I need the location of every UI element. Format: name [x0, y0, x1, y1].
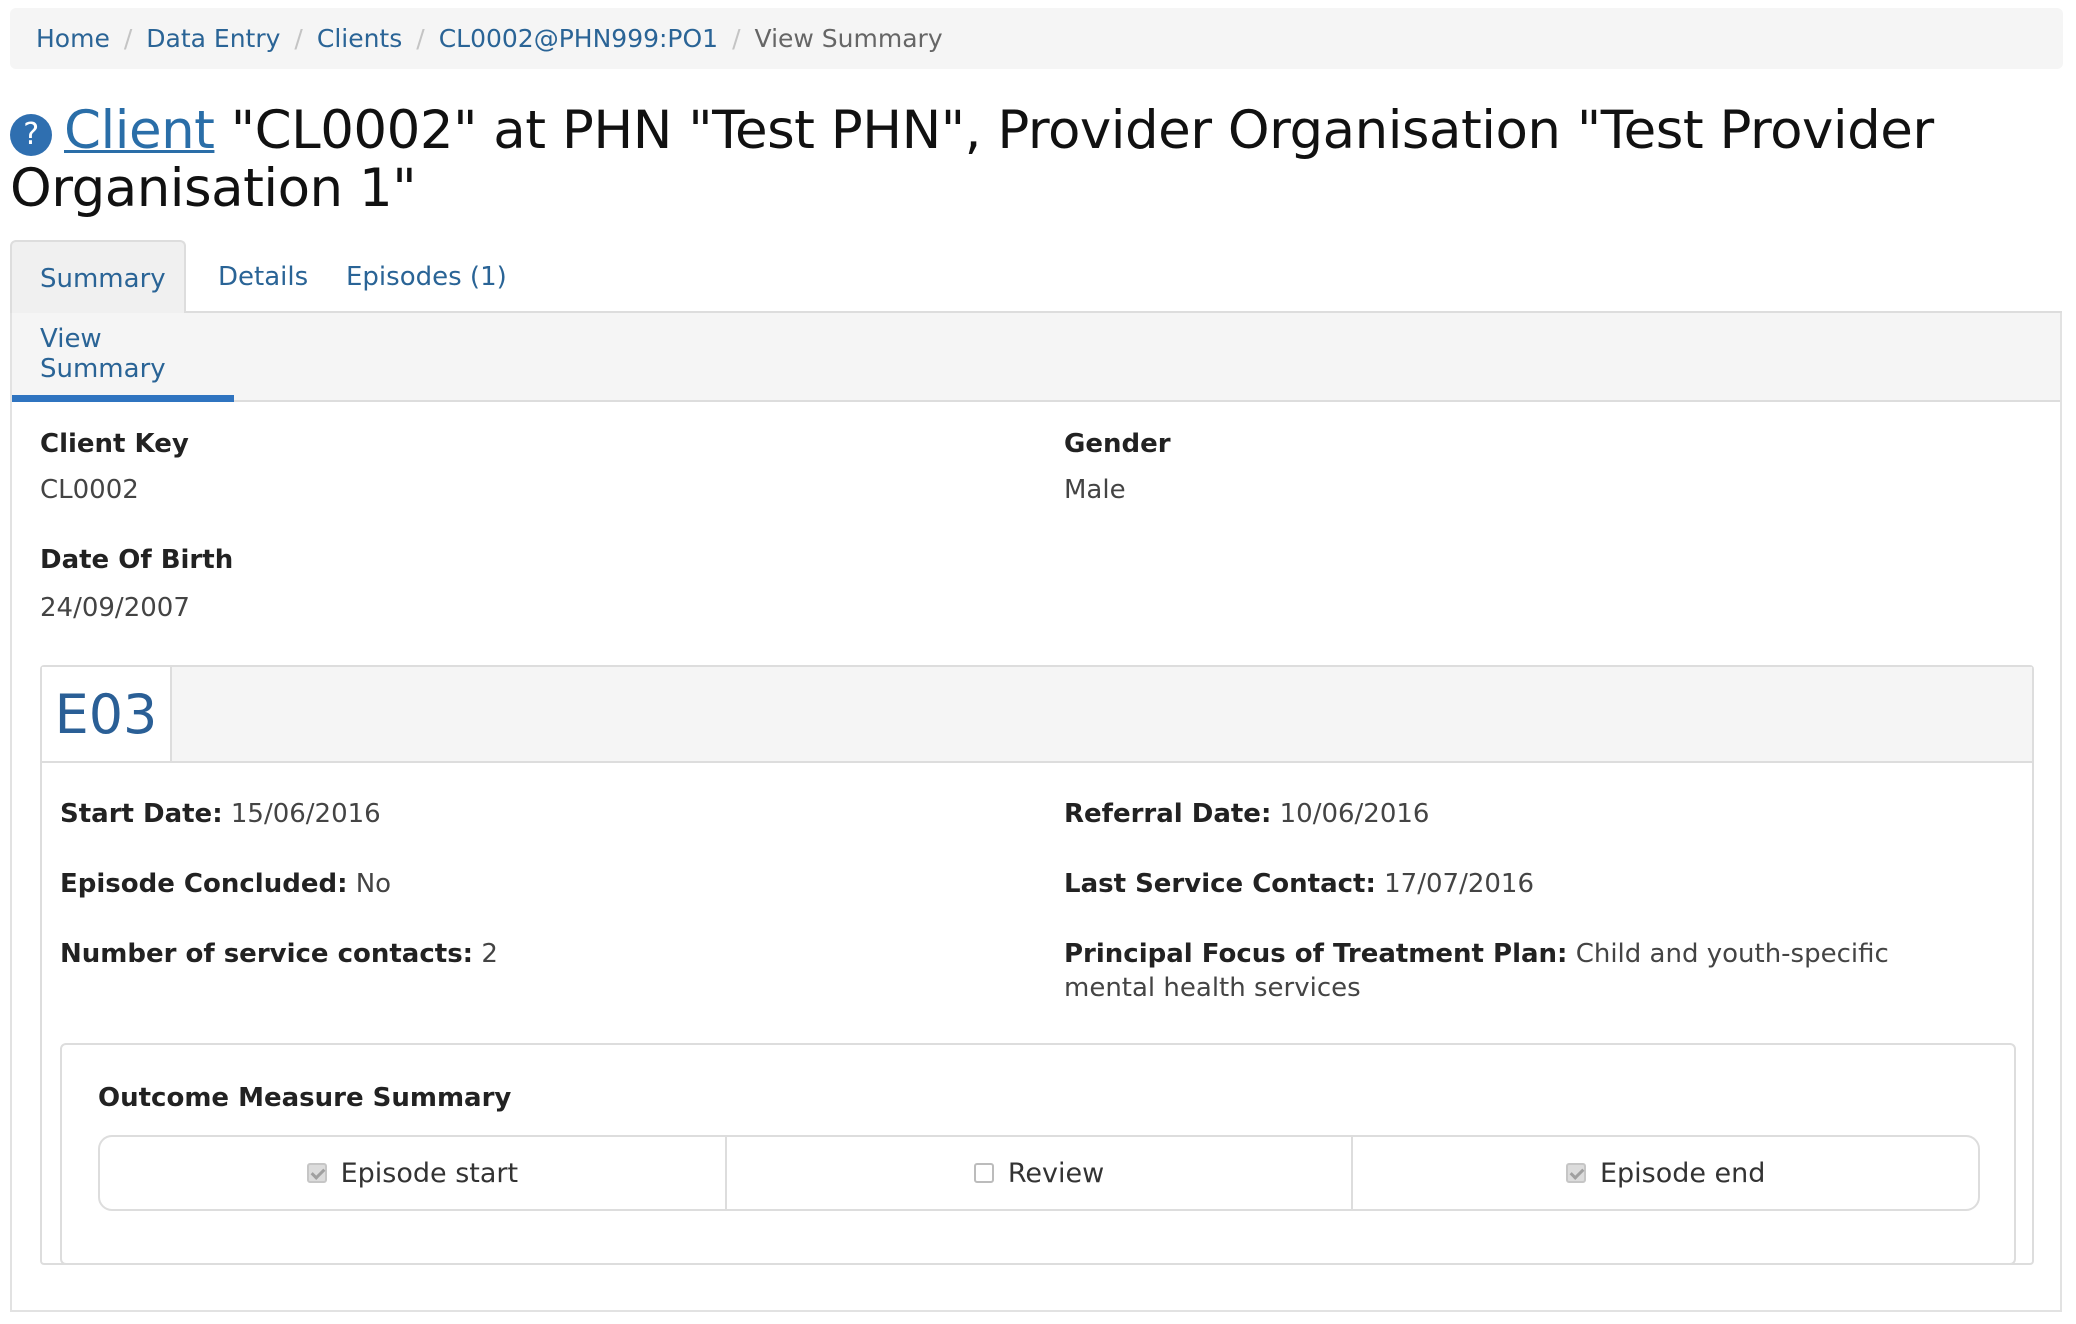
- treatment-focus-label: Principal Focus of Treatment Plan:: [1064, 939, 1568, 969]
- outcome-checklist: Episode start Review Episode end: [98, 1135, 1980, 1211]
- service-contacts-row: Number of service contacts: 2: [60, 937, 498, 971]
- page: Home / Data Entry / Clients / CL0002@PHN…: [0, 0, 2076, 1324]
- referral-date-row: Referral Date: 10/06/2016: [1064, 797, 1429, 831]
- service-contacts-value: 2: [481, 939, 498, 969]
- subtab-view-summary[interactable]: View Summary: [12, 313, 234, 402]
- breadcrumb-client-id[interactable]: CL0002@PHN999:PO1: [439, 24, 718, 53]
- dob-value: 24/09/2007: [40, 593, 190, 623]
- last-contact-label: Last Service Contact:: [1064, 869, 1376, 899]
- tab-summary[interactable]: Summary: [10, 240, 186, 315]
- referral-date-label: Referral Date:: [1064, 799, 1272, 829]
- start-date-row: Start Date: 15/06/2016: [60, 797, 381, 831]
- gender-value: Male: [1064, 475, 1126, 505]
- help-icon[interactable]: ?: [10, 114, 52, 156]
- breadcrumb-data-entry[interactable]: Data Entry: [146, 24, 280, 53]
- tab-details[interactable]: Details: [190, 240, 336, 313]
- client-link[interactable]: Client: [64, 100, 215, 161]
- page-title: ? Client "CL0002" at PHN "Test PHN", Prov…: [10, 102, 2060, 218]
- last-contact-value: 17/07/2016: [1384, 869, 1534, 899]
- breadcrumb-current: View Summary: [754, 24, 943, 53]
- breadcrumb-home[interactable]: Home: [36, 24, 110, 53]
- episode-header: E03: [42, 667, 2032, 763]
- outcome-title: Outcome Measure Summary: [98, 1083, 512, 1113]
- outcome-episode-start-label: Episode start: [340, 1157, 519, 1189]
- breadcrumb-clients[interactable]: Clients: [317, 24, 402, 53]
- referral-date-value: 10/06/2016: [1279, 799, 1430, 829]
- gender-label: Gender: [1064, 429, 1171, 459]
- checkbox-checked-icon: [306, 1163, 327, 1183]
- episode-id-tab[interactable]: E03: [42, 667, 172, 761]
- page-title-text: "CL0002" at PHN "Test PHN", Provider Org…: [10, 100, 1934, 219]
- treatment-focus-row: Principal Focus of Treatment Plan: Child…: [1064, 937, 1964, 1005]
- breadcrumb-separator: /: [732, 24, 741, 53]
- outcome-episode-end: Episode end: [1353, 1137, 1978, 1209]
- client-key-value: CL0002: [40, 475, 139, 505]
- episode-concluded-label: Episode Concluded:: [60, 869, 348, 899]
- episode-card: E03 Start Date: 15/06/2016 Referral Date…: [40, 665, 2034, 1265]
- tab-episodes[interactable]: Episodes (1): [318, 240, 535, 313]
- breadcrumb-separator: /: [123, 24, 133, 53]
- outcome-measure-summary: Outcome Measure Summary Episode start Re…: [60, 1043, 2016, 1265]
- dob-label: Date Of Birth: [40, 545, 234, 575]
- last-contact-row: Last Service Contact: 17/07/2016: [1064, 867, 1534, 901]
- breadcrumb: Home / Data Entry / Clients / CL0002@PHN…: [10, 8, 2063, 69]
- episode-concluded-value: No: [355, 869, 392, 899]
- service-contacts-label: Number of service contacts:: [60, 939, 474, 969]
- start-date-label: Start Date:: [60, 799, 223, 829]
- summary-panel: View Summary Client Key CL0002 Gender Ma…: [10, 313, 2062, 1312]
- outcome-episode-end-label: Episode end: [1599, 1157, 1766, 1189]
- episode-concluded-row: Episode Concluded: No: [60, 867, 391, 901]
- subtab-bar: View Summary: [12, 313, 2060, 402]
- outcome-episode-start: Episode start: [100, 1137, 727, 1209]
- breadcrumb-separator: /: [294, 24, 303, 53]
- outcome-review-label: Review: [1007, 1157, 1105, 1189]
- breadcrumb-separator: /: [416, 24, 425, 53]
- start-date-value: 15/06/2016: [230, 799, 381, 829]
- client-key-label: Client Key: [40, 429, 189, 459]
- checkbox-checked-icon: [1565, 1163, 1586, 1183]
- outcome-review: Review: [727, 1137, 1354, 1209]
- tab-bar: Summary Details Episodes (1): [10, 240, 2062, 315]
- checkbox-unchecked-icon: [973, 1163, 994, 1183]
